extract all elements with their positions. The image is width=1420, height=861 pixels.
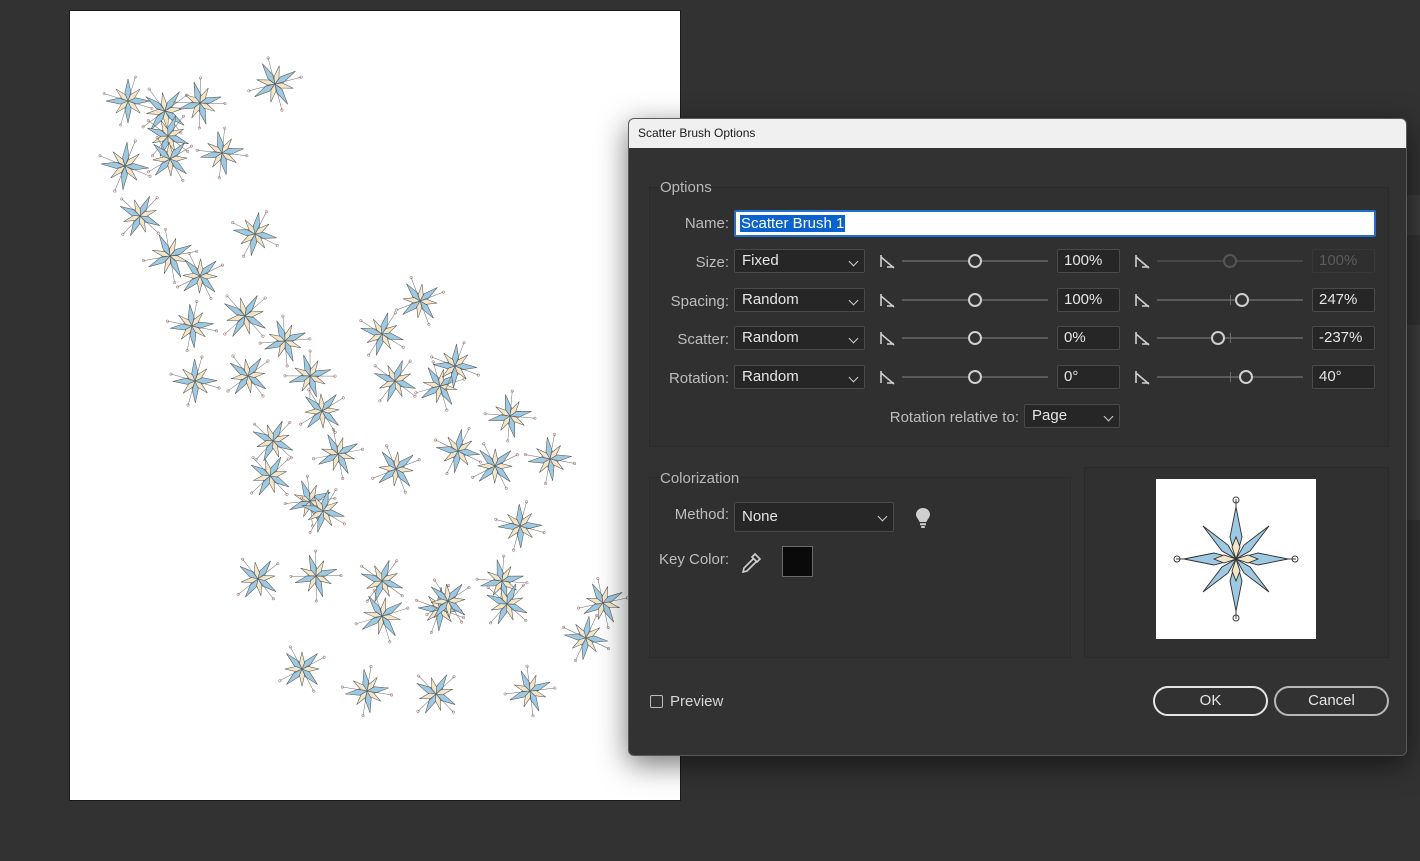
scatter-star: [360, 559, 404, 603]
scatter-star: [414, 360, 466, 412]
scatter-star: [247, 56, 303, 112]
scatter-label: Scatter:: [677, 331, 729, 348]
pressure-variation-icon[interactable]: [879, 330, 897, 348]
cancel-button[interactable]: Cancel: [1274, 686, 1389, 716]
scatter-star: [561, 613, 611, 663]
scatter-star: [231, 210, 279, 258]
preview-label[interactable]: Preview: [670, 693, 723, 710]
scatter-star: [226, 354, 270, 398]
scatter-star: [311, 427, 365, 481]
scatter-star: [340, 664, 394, 718]
scatter-star: [300, 488, 346, 534]
scatter-star: [373, 359, 417, 403]
rotation-max-field[interactable]: 40°: [1312, 365, 1375, 389]
pressure-variation-icon[interactable]: [1134, 369, 1152, 387]
scatter-star: [173, 76, 227, 130]
lightbulb-icon[interactable]: [915, 507, 931, 529]
rotation-min-slider[interactable]: [902, 370, 1048, 384]
scatter-star: [166, 300, 218, 352]
spacing-max-slider[interactable]: [1157, 293, 1303, 307]
size-max-slider: [1157, 254, 1303, 268]
spacing-max-field[interactable]: 247%: [1312, 288, 1375, 312]
rotation-relative-label: Rotation relative to:: [889, 409, 1019, 426]
artboard[interactable]: [69, 10, 681, 801]
rotation-max-slider[interactable]: [1157, 370, 1303, 384]
scatter-star: [359, 311, 405, 357]
scatter-star: [169, 355, 221, 407]
scatter-star: [102, 75, 154, 127]
colorization-method-select[interactable]: None: [734, 502, 894, 532]
brush-name-input[interactable]: Scatter Brush 1: [734, 210, 1376, 237]
scatter-star: [471, 442, 519, 490]
scatter-star: [371, 444, 421, 494]
options-group-title: Options: [660, 179, 712, 196]
scatter-star: [503, 664, 557, 718]
scatter-brush-artwork: [98, 56, 629, 718]
scatter-star: [278, 645, 326, 693]
colorization-group-title: Colorization: [660, 470, 740, 487]
size-label: Size:: [695, 254, 729, 271]
scatter-star: [523, 432, 577, 486]
pressure-variation-icon[interactable]: [1134, 292, 1152, 310]
scatter-star: [252, 420, 294, 462]
scatter-min-field[interactable]: 0%: [1057, 326, 1120, 350]
key-color-swatch[interactable]: [782, 546, 813, 577]
spacing-min-slider[interactable]: [902, 293, 1048, 307]
scatter-star: [120, 196, 160, 236]
pressure-variation-icon[interactable]: [879, 369, 897, 387]
scatter-star: [236, 557, 280, 601]
scatter-star: [416, 674, 456, 714]
scatter-method-select[interactable]: Random: [734, 326, 865, 350]
dialog-title: Scatter Brush Options: [629, 119, 1406, 148]
pressure-variation-icon[interactable]: [1134, 253, 1152, 271]
spacing-method-select[interactable]: Random: [734, 288, 865, 312]
rotation-method-select[interactable]: Random: [734, 365, 865, 389]
pressure-variation-icon[interactable]: [879, 253, 897, 271]
scatter-star: [483, 389, 537, 443]
spacing-label: Spacing:: [670, 293, 729, 310]
scatter-star: [289, 549, 343, 603]
method-label: Method:: [674, 506, 729, 523]
scatter-star: [425, 578, 471, 624]
scatter-star: [195, 126, 249, 180]
scatter-star: [283, 474, 337, 528]
star-brush-preview-icon: [1173, 496, 1299, 622]
preview-checkbox[interactable]: [650, 695, 663, 708]
size-max-field: 100%: [1312, 249, 1375, 273]
ok-button[interactable]: OK: [1153, 686, 1268, 716]
scatter-star: [98, 139, 152, 193]
scatter-max-slider[interactable]: [1157, 331, 1303, 345]
size-min-slider[interactable]: [902, 254, 1048, 268]
pressure-variation-icon[interactable]: [1134, 330, 1152, 348]
scatter-star: [434, 427, 482, 475]
rotation-min-field[interactable]: 0°: [1057, 365, 1120, 389]
brush-preview: [1156, 479, 1316, 639]
name-label: Name:: [684, 215, 729, 232]
right-panel-edge-2: [1405, 325, 1420, 520]
eyedropper-icon[interactable]: [739, 551, 763, 575]
scatter-star: [494, 500, 546, 552]
scatter-star: [299, 388, 345, 434]
scatter-min-slider[interactable]: [902, 331, 1048, 345]
rotation-relative-select[interactable]: Page: [1024, 404, 1120, 428]
size-method-select[interactable]: Fixed: [734, 249, 865, 273]
spacing-min-field[interactable]: 100%: [1057, 288, 1120, 312]
scatter-star: [223, 294, 267, 338]
key-color-label: Key Color:: [658, 551, 729, 568]
scatter-brush-options-dialog: Scatter Brush Options Options Name: Scat…: [628, 118, 1407, 756]
scatter-max-field[interactable]: -237%: [1312, 326, 1375, 350]
pressure-variation-icon[interactable]: [879, 292, 897, 310]
rotation-label: Rotation:: [668, 370, 729, 387]
size-min-field[interactable]: 100%: [1057, 249, 1120, 273]
right-panel-edge: [1405, 195, 1420, 235]
